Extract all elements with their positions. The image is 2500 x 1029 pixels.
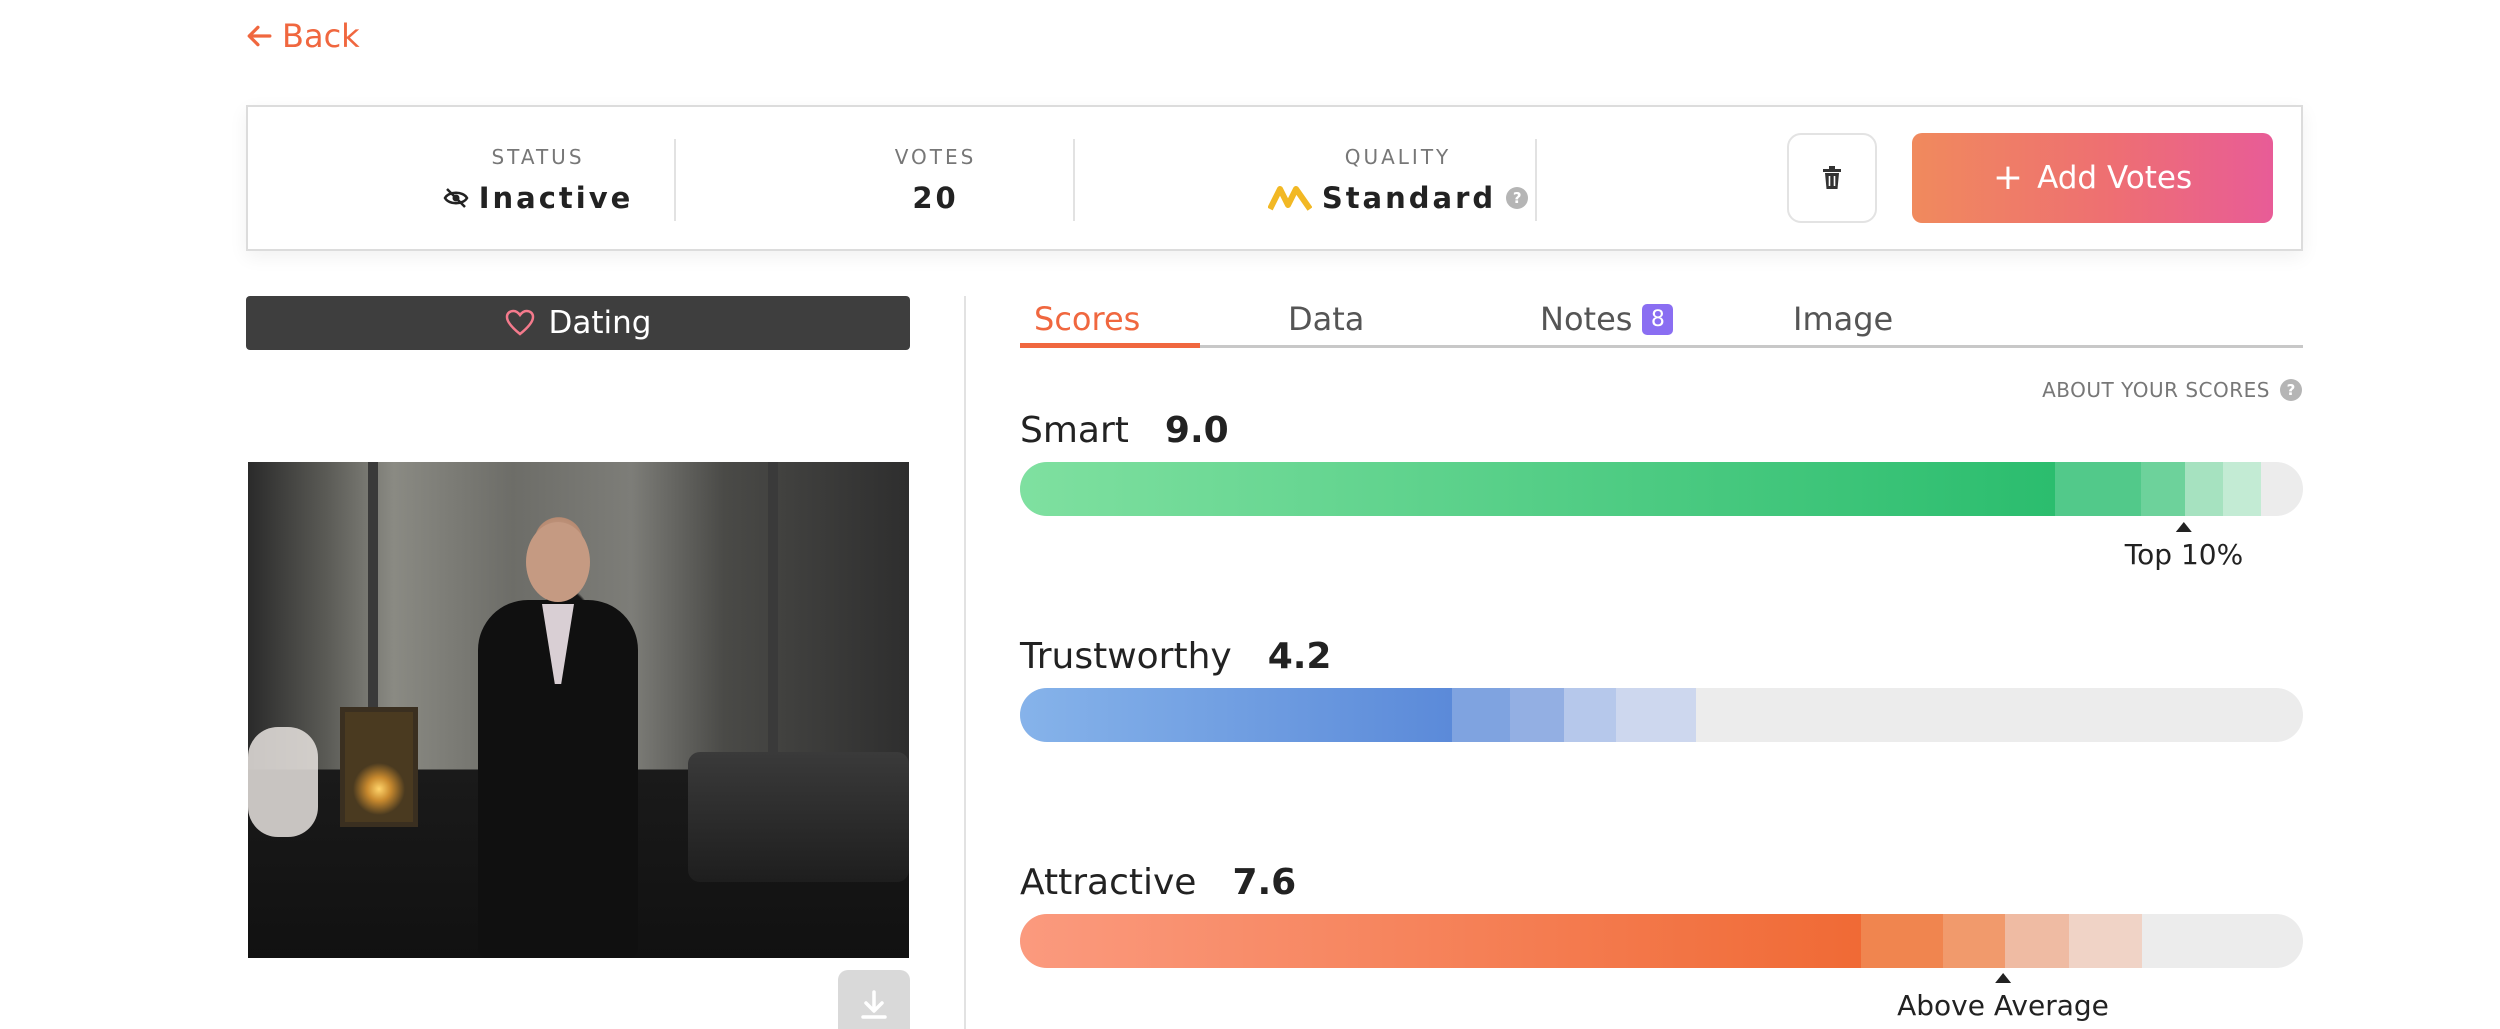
about-scores-link[interactable]: ABOUT YOUR SCORES ? [2042, 378, 2302, 402]
tab-bar: Scores Data Notes 8 Image [1020, 290, 2303, 348]
status-stat: STATUS Inactive [388, 107, 688, 253]
tab-label: Scores [1034, 300, 1141, 338]
quality-help-icon[interactable]: ? [1506, 187, 1529, 209]
score-band [1452, 688, 1510, 742]
divider [1535, 139, 1537, 221]
score-value: 7.6 [1232, 862, 1297, 903]
score-band [1616, 688, 1696, 742]
delete-button[interactable] [1787, 133, 1877, 223]
download-button[interactable] [838, 970, 910, 1029]
score-band [2069, 914, 2142, 968]
score-fill [1020, 462, 2055, 516]
score-fill [1020, 688, 1452, 742]
status-card: STATUS Inactive VOTES 20 QUALITY Standar… [246, 105, 2303, 251]
sofa [688, 752, 909, 882]
score-band [2005, 914, 2069, 968]
score-bar-trustworthy [1020, 688, 2303, 742]
back-link[interactable]: Back [246, 14, 360, 58]
quality-stat: QUALITY Standard ? [1178, 107, 1618, 253]
marker-triangle [2175, 522, 2192, 532]
tab-label: Image [1793, 300, 1894, 338]
heart-icon [505, 309, 534, 336]
quality-label: QUALITY [1344, 145, 1452, 169]
trash-icon [1823, 166, 1841, 189]
quality-logo-icon [1267, 186, 1312, 211]
person-figure [478, 522, 638, 958]
percentile-label: Above Average [1897, 989, 2109, 1022]
score-band [1510, 688, 1564, 742]
percentile-label: Top 10% [2124, 538, 2244, 571]
score-header-smart: Smart 9.0 [1020, 410, 1229, 451]
score-band [1861, 914, 1943, 968]
tab-scores[interactable]: Scores [1034, 290, 1140, 348]
back-label: Back [282, 17, 360, 55]
votes-value: 20 [912, 181, 959, 215]
notes-count-badge: 8 [1642, 303, 1674, 335]
add-votes-label: Add Votes [2037, 160, 2193, 196]
tab-image[interactable]: Image [1793, 290, 1893, 348]
score-fill [1020, 914, 1861, 968]
score-band [2185, 462, 2223, 516]
category-bar: Dating [246, 296, 910, 350]
profile-photo [248, 462, 909, 958]
arrow-left-icon [247, 25, 272, 47]
score-value: 9.0 [1164, 410, 1229, 451]
tab-data[interactable]: Data [1288, 290, 1364, 348]
marker-triangle [1995, 973, 2011, 983]
score-name: Trustworthy [1020, 636, 1232, 677]
score-band [2141, 462, 2185, 516]
score-header-trustworthy: Trustworthy 4.2 [1020, 636, 1331, 677]
quality-value: Standard [1321, 181, 1497, 215]
tab-label: Notes [1540, 300, 1633, 338]
eye-off-icon [443, 188, 469, 208]
status-value-row: Inactive [443, 181, 634, 215]
active-tab-indicator [1020, 343, 1200, 348]
score-name: Attractive [1020, 862, 1197, 903]
divider [1073, 139, 1075, 221]
percentile-marker-attractive: Above Average [1897, 973, 2109, 1022]
percentile-marker-smart: Top 10% [2125, 522, 2243, 571]
cushion [248, 727, 318, 837]
score-band [2223, 462, 2261, 516]
status-label: STATUS [491, 145, 585, 169]
score-band [1564, 688, 1616, 742]
add-votes-button[interactable]: + Add Votes [1912, 133, 2273, 223]
download-icon [861, 990, 887, 1019]
tab-notes[interactable]: Notes 8 [1540, 290, 1674, 348]
status-value: Inactive [478, 181, 634, 215]
votes-label: VOTES [894, 145, 977, 169]
score-value: 4.2 [1267, 636, 1332, 677]
lantern [340, 707, 418, 827]
score-name: Smart [1020, 410, 1129, 451]
score-band [2055, 462, 2141, 516]
window-frame [768, 462, 778, 770]
help-icon: ? [2280, 379, 2302, 401]
votes-stat: VOTES 20 [808, 107, 1063, 253]
category-label: Dating [548, 305, 652, 341]
column-divider [964, 296, 966, 1029]
about-scores-label: ABOUT YOUR SCORES [2042, 378, 2270, 402]
quality-value-row: Standard ? [1267, 181, 1529, 215]
score-bar-attractive [1020, 914, 2303, 968]
head [526, 522, 590, 602]
tab-label: Data [1288, 300, 1365, 338]
plus-icon: + [1992, 157, 2024, 198]
score-header-attractive: Attractive 7.6 [1020, 862, 1296, 903]
score-bar-smart [1020, 462, 2303, 516]
divider [674, 139, 676, 221]
score-band [1943, 914, 2005, 968]
